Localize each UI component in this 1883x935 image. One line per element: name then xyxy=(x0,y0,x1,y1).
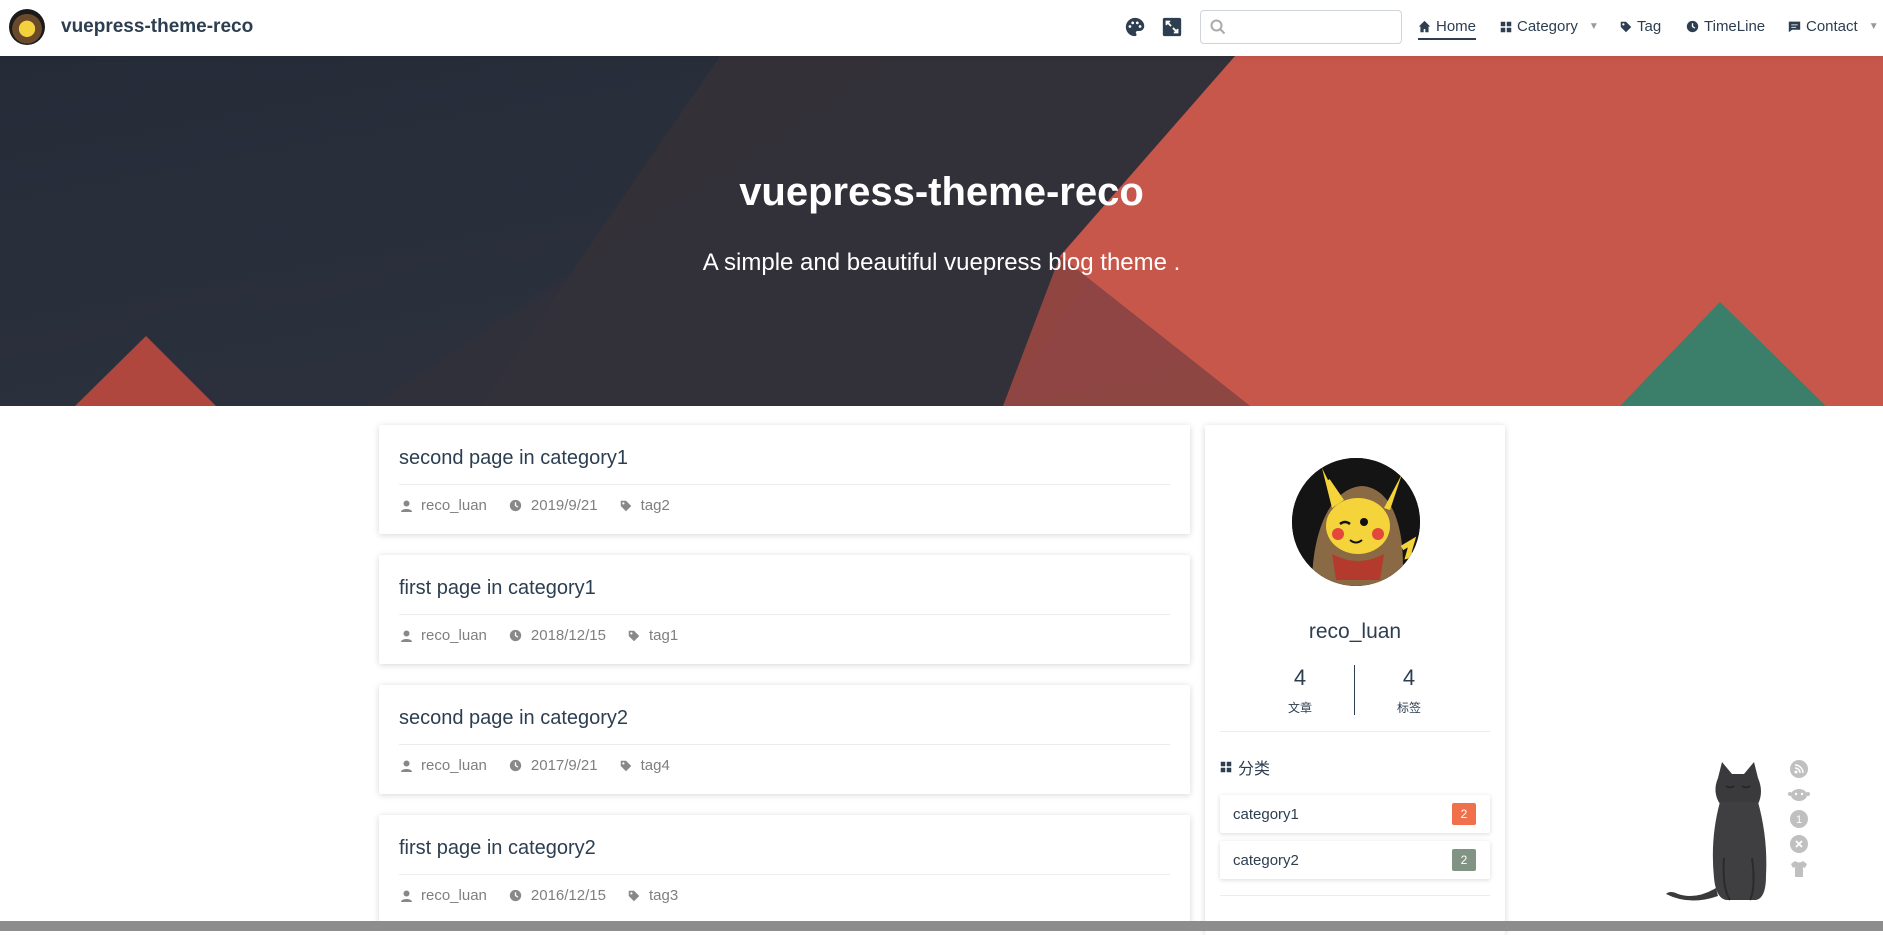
nav-tag-label: Tag xyxy=(1637,18,1662,35)
stat-tags[interactable]: 4 标签 xyxy=(1354,665,1464,716)
post-card[interactable]: second page in category1 reco_luan 2019/… xyxy=(379,425,1190,534)
clock-icon xyxy=(509,759,522,772)
search-box[interactable] xyxy=(1200,10,1402,44)
post-tag[interactable]: tag1 xyxy=(649,627,678,644)
post-date: 2019/9/21 xyxy=(530,497,598,514)
stat-tags-count: 4 xyxy=(1402,665,1416,690)
category-item[interactable]: category2 2 xyxy=(1220,841,1490,879)
post-date: 2017/9/21 xyxy=(530,757,598,774)
nav-timeline-label: TimeLine xyxy=(1704,18,1766,35)
category-icon xyxy=(1220,761,1232,773)
divider xyxy=(1220,731,1490,732)
nav-home[interactable]: Home xyxy=(1418,18,1477,40)
nav-home-label: Home xyxy=(1436,18,1477,35)
palette-icon[interactable] xyxy=(1124,16,1146,38)
post-meta: reco_luan 2017/9/21 tag4 xyxy=(401,757,692,774)
user-icon xyxy=(401,500,412,512)
post-card[interactable]: second page in category2 reco_luan 2017/… xyxy=(379,685,1190,794)
post-title[interactable]: first page in category2 xyxy=(399,837,596,860)
category-item[interactable]: category1 2 xyxy=(1220,795,1490,833)
post-card[interactable]: first page in category1 reco_luan 2018/1… xyxy=(379,555,1190,664)
category-count-badge: 2 xyxy=(1452,803,1476,825)
divider xyxy=(399,744,1170,745)
message-icon xyxy=(1788,21,1801,33)
post-tag[interactable]: tag4 xyxy=(641,757,670,774)
nav-category-label: Category xyxy=(1517,18,1578,35)
nav-contact[interactable]: Contact ▼ xyxy=(1788,18,1879,35)
post-date: 2016/12/15 xyxy=(530,887,606,904)
hero-background xyxy=(0,56,1883,406)
nav-category[interactable]: Category ▼ xyxy=(1500,18,1599,35)
author-avatar xyxy=(1292,458,1420,586)
monkey-icon[interactable] xyxy=(1788,783,1810,805)
post-tag[interactable]: tag2 xyxy=(641,497,670,514)
navbar: vuepress-theme-reco Home Category ▼ Tag … xyxy=(0,0,1883,56)
category-heading-label: 分类 xyxy=(1238,761,1271,778)
tag-icon xyxy=(620,760,631,771)
stat-posts[interactable]: 4 文章 xyxy=(1245,665,1355,716)
stat-posts-label: 文章 xyxy=(1287,701,1312,715)
close-icon[interactable] xyxy=(1788,833,1810,855)
search-input[interactable] xyxy=(1231,15,1396,39)
nav-contact-label: Contact xyxy=(1806,18,1858,35)
tag-icon xyxy=(1620,21,1632,32)
horizontal-scrollbar[interactable] xyxy=(0,921,1883,931)
category-name: category2 xyxy=(1233,852,1299,869)
site-name[interactable]: vuepress-theme-reco xyxy=(61,16,253,38)
divider xyxy=(1220,895,1490,896)
post-meta: reco_luan 2016/12/15 tag3 xyxy=(401,887,700,904)
author-name: reco_luan xyxy=(1308,620,1402,643)
tag-icon xyxy=(620,500,631,511)
home-icon xyxy=(1418,20,1431,33)
divider xyxy=(399,874,1170,875)
shirt-icon[interactable] xyxy=(1788,858,1810,880)
post-meta: reco_luan 2018/12/15 tag1 xyxy=(401,627,700,644)
hero-subtitle: A simple and beautiful vuepress blog the… xyxy=(702,249,1181,276)
nav-timeline[interactable]: TimeLine xyxy=(1686,18,1765,35)
chevron-down-icon: ▼ xyxy=(1588,21,1599,32)
live2d-cat-mascot[interactable] xyxy=(1660,758,1790,908)
post-author: reco_luan xyxy=(421,627,487,644)
post-author: reco_luan xyxy=(421,757,487,774)
user-icon xyxy=(401,890,412,902)
post-date: 2018/12/15 xyxy=(530,627,606,644)
post-card[interactable]: first page in category2 reco_luan 2016/1… xyxy=(379,815,1190,924)
post-meta: reco_luan 2019/9/21 tag2 xyxy=(401,497,692,514)
post-tag[interactable]: tag3 xyxy=(649,887,678,904)
clock-icon xyxy=(509,889,522,902)
post-title[interactable]: second page in category1 xyxy=(399,447,628,470)
nav-tag[interactable]: Tag xyxy=(1620,18,1661,35)
post-title[interactable]: first page in category1 xyxy=(399,577,596,600)
fullscreen-icon[interactable] xyxy=(1161,16,1183,38)
stat-posts-count: 4 xyxy=(1293,665,1307,690)
post-author: reco_luan xyxy=(421,497,487,514)
user-icon xyxy=(401,630,412,642)
divider xyxy=(399,614,1170,615)
info-sidebar: reco_luan 4 文章 4 标签 分类 category1 2 categ… xyxy=(1205,425,1505,935)
chevron-down-icon: ▼ xyxy=(1868,21,1879,32)
category-heading: 分类 xyxy=(1220,755,1270,779)
tag-icon xyxy=(628,630,640,641)
site-logo[interactable] xyxy=(9,9,45,45)
clock-icon xyxy=(509,499,522,512)
tag-icon xyxy=(628,890,640,901)
clock-icon xyxy=(1686,20,1699,33)
hero-banner: vuepress-theme-reco A simple and beautif… xyxy=(0,56,1883,406)
info-icon[interactable]: 1 xyxy=(1788,808,1810,830)
hero-title: vuepress-theme-reco xyxy=(739,170,1144,214)
clock-icon xyxy=(509,629,522,642)
post-title[interactable]: second page in category2 xyxy=(399,707,628,730)
category-name: category1 xyxy=(1233,806,1299,823)
category-count-badge: 2 xyxy=(1452,849,1476,871)
search-icon xyxy=(1210,19,1226,35)
user-icon xyxy=(401,760,412,772)
stat-tags-label: 标签 xyxy=(1396,701,1421,715)
category-icon xyxy=(1500,21,1512,32)
rss-icon[interactable] xyxy=(1788,758,1810,780)
divider xyxy=(399,484,1170,485)
post-author: reco_luan xyxy=(421,887,487,904)
svg-text:1: 1 xyxy=(1796,814,1802,826)
